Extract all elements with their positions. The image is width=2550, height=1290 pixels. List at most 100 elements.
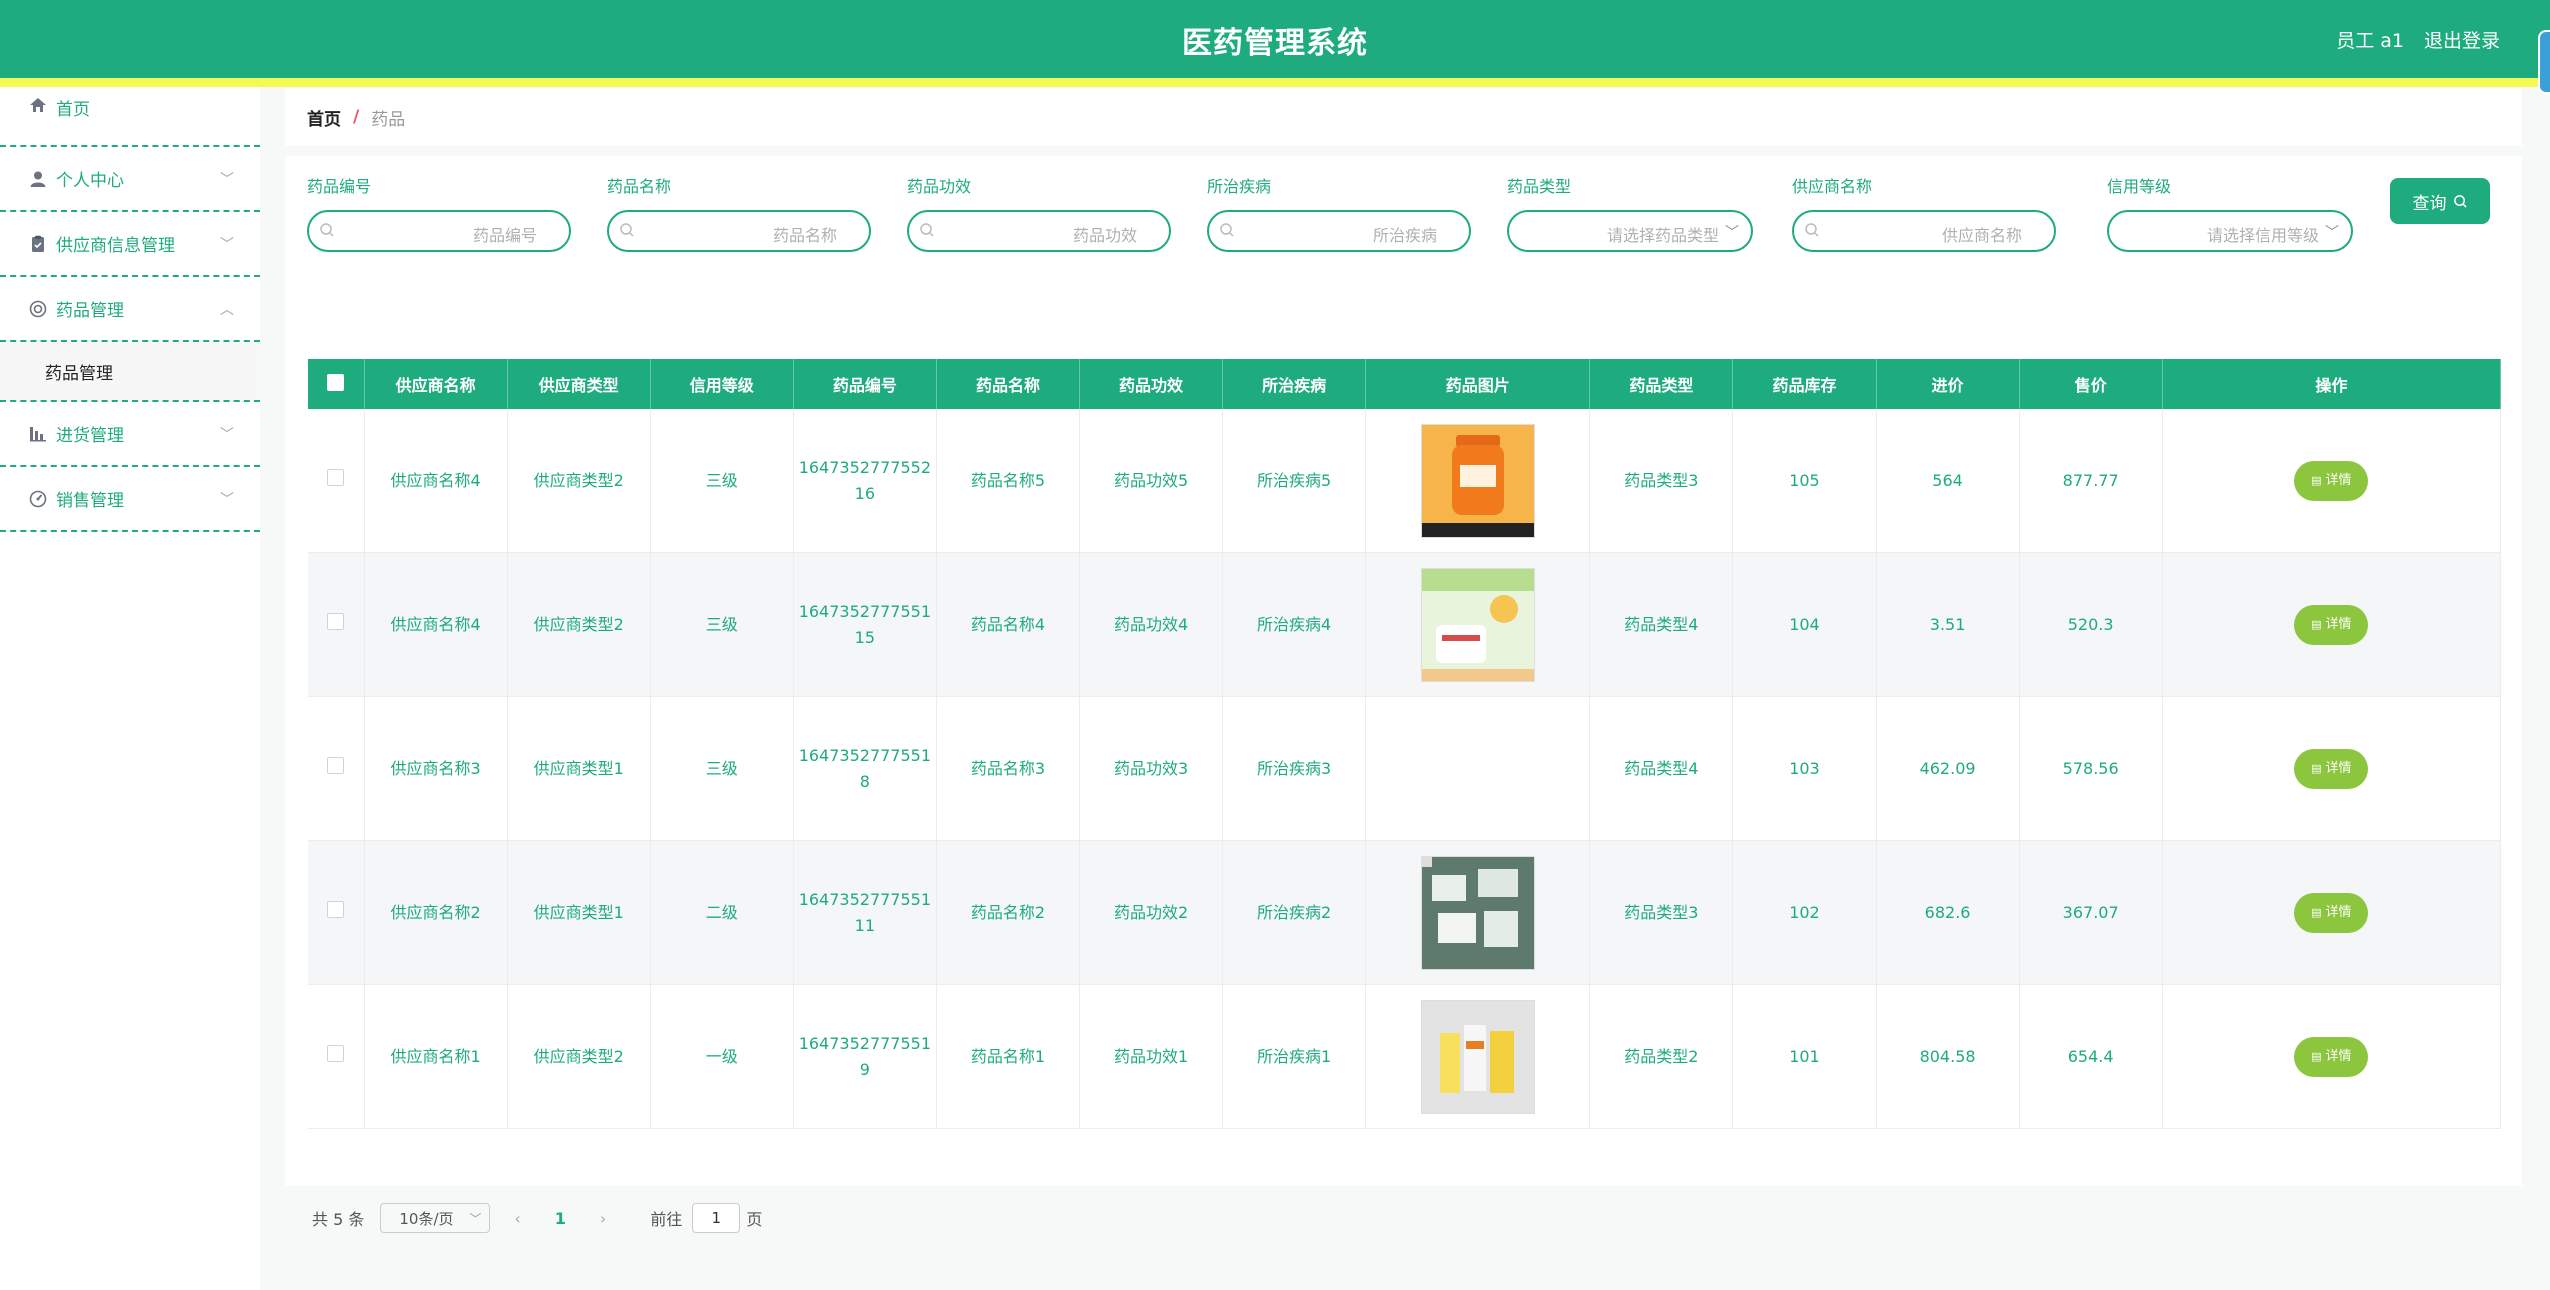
drug-image[interactable] <box>1420 423 1535 538</box>
disease-cell: 所治疾病4 <box>1222 552 1367 697</box>
filter-drug-code: 药品编号 药品编号 <box>307 176 571 252</box>
table-row: 供应商名称1 供应商类型2 一级 1647352777551 9 药品名称1 药品… <box>308 984 2502 1129</box>
credit-level-cell: 一级 <box>650 984 794 1129</box>
logout-button[interactable]: 退出登录 <box>2424 26 2500 53</box>
supplier-type-cell: 供应商类型1 <box>507 840 651 985</box>
row-checkbox[interactable] <box>327 756 345 774</box>
action-cell: ▤ 详情 <box>2162 984 2502 1129</box>
drug-code-cell: 1647352777552 16 <box>793 409 937 553</box>
drug-image[interactable] <box>1420 855 1535 970</box>
row-checkbox[interactable] <box>327 468 345 486</box>
detail-button-label: 详情 <box>2325 616 2352 632</box>
next-page-icon[interactable]: › <box>600 1209 606 1228</box>
drug-efficacy-cell: 药品功效3 <box>1079 696 1224 841</box>
row-select-cell[interactable] <box>308 409 365 553</box>
input-placeholder: 药品功效 <box>1072 226 1137 245</box>
submenu-item-drug-management[interactable]: 药品管理 <box>0 342 260 402</box>
column-header: 操作 <box>2162 359 2502 409</box>
row-checkbox[interactable] <box>327 1044 345 1062</box>
drug-code-line1: 1647352777551 <box>798 745 932 765</box>
top-header: 医药管理系统 员工 a1 退出登录 <box>0 0 2550 87</box>
sidebar-item-sales-management[interactable]: 销售管理 ﹀ <box>0 467 260 532</box>
chart-icon <box>28 424 48 444</box>
row-select-cell[interactable] <box>308 696 365 841</box>
drug-efficacy-cell: 药品功效5 <box>1079 409 1224 553</box>
disease-input[interactable]: 所治疾病 <box>1207 210 1471 252</box>
drug-efficacy-input[interactable]: 药品功效 <box>907 210 1171 252</box>
filter-label: 信用等级 <box>2107 177 2172 196</box>
drug-type-select[interactable]: 请选择药品类型 ﹀ <box>1507 210 1753 252</box>
chevron-down-icon: ﹀ <box>469 1212 482 1226</box>
row-select-cell[interactable] <box>308 552 365 697</box>
credit-level-select[interactable]: 请选择信用等级 ﹀ <box>2107 210 2353 252</box>
sale-price-cell: 877.77 <box>2019 409 2163 553</box>
purchase-price-cell: 462.09 <box>1876 696 2020 841</box>
filter-drug-efficacy: 药品功效 药品功效 <box>907 176 1171 252</box>
input-placeholder: 药品编号 <box>472 226 537 245</box>
column-header: 药品类型 <box>1589 359 1734 409</box>
prev-page-icon[interactable]: ‹ <box>514 1209 520 1228</box>
supplier-name-cell: 供应商名称3 <box>364 696 508 841</box>
supplier-name-input[interactable]: 供应商名称 <box>1792 210 2056 252</box>
sale-price-cell: 367.07 <box>2019 840 2163 985</box>
column-header: 药品图片 <box>1365 359 1591 409</box>
side-tab-handle[interactable] <box>2538 30 2550 94</box>
goto-label: 前往 <box>650 1210 683 1229</box>
breadcrumb-home[interactable]: 首页 <box>307 105 341 130</box>
goto-page-input[interactable] <box>692 1203 741 1233</box>
chevron-down-icon: ﹀ <box>220 237 234 253</box>
gauge-icon <box>28 489 48 509</box>
query-button[interactable]: 查询 <box>2390 178 2490 224</box>
filter-credit-level: 信用等级 请选择信用等级 ﹀ <box>2107 176 2353 252</box>
goto-unit: 页 <box>746 1210 763 1229</box>
sidebar-item-home[interactable]: 首页 <box>0 87 260 147</box>
drug-image-cell <box>1365 696 1591 841</box>
supplier-name-cell: 供应商名称2 <box>364 840 508 985</box>
drug-code-input[interactable]: 药品编号 <box>307 210 571 252</box>
drug-efficacy-cell: 药品功效4 <box>1079 552 1224 697</box>
disease-cell: 所治疾病1 <box>1222 984 1367 1129</box>
chevron-down-icon: ﹀ <box>220 172 234 188</box>
credit-level-cell: 三级 <box>650 552 794 697</box>
drug-image[interactable] <box>1420 999 1535 1114</box>
row-select-cell[interactable] <box>308 840 365 985</box>
sidebar-item-drug-management[interactable]: 药品管理 ︿ <box>0 277 260 342</box>
detail-button[interactable]: ▤ 详情 <box>2294 460 2369 501</box>
sidebar-item-label: 进货管理 <box>56 426 124 446</box>
detail-button-label: 详情 <box>2325 472 2352 488</box>
detail-button[interactable]: ▤ 详情 <box>2294 892 2369 933</box>
column-header: 药品编号 <box>793 359 937 409</box>
detail-button[interactable]: ▤ 详情 <box>2294 604 2369 645</box>
document-icon: ▤ <box>2311 761 2322 775</box>
page-size-select[interactable]: 10条/页 ﹀ <box>380 1203 491 1233</box>
detail-button[interactable]: ▤ 详情 <box>2294 748 2369 789</box>
column-header: 进价 <box>1876 359 2020 409</box>
drug-type-cell: 药品类型4 <box>1589 552 1734 697</box>
select-all-checkbox[interactable] <box>327 373 345 391</box>
sidebar-item-personal-center[interactable]: 个人中心 ﹀ <box>0 147 260 212</box>
detail-button[interactable]: ▤ 详情 <box>2294 1036 2369 1077</box>
stock-cell: 102 <box>1732 840 1877 985</box>
drug-image-cell <box>1365 552 1591 697</box>
row-checkbox[interactable] <box>327 900 345 918</box>
column-header: 信用等级 <box>650 359 794 409</box>
purchase-price-cell: 3.51 <box>1876 552 2020 697</box>
drug-code-cell: 1647352777551 9 <box>793 984 937 1129</box>
supplier-type-cell: 供应商类型2 <box>507 984 651 1129</box>
drug-code-cell: 1647352777551 15 <box>793 552 937 697</box>
chevron-down-icon: ﹀ <box>1725 225 1739 241</box>
sidebar-item-supplier-management[interactable]: 供应商信息管理 ﹀ <box>0 212 260 277</box>
select-all-header[interactable] <box>308 359 365 409</box>
row-checkbox[interactable] <box>327 612 345 630</box>
supplier-name-cell: 供应商名称1 <box>364 984 508 1129</box>
drug-image[interactable] <box>1420 567 1535 682</box>
page-number[interactable]: 1 <box>555 1209 566 1228</box>
sidebar-item-purchase-management[interactable]: 进货管理 ﹀ <box>0 402 260 467</box>
drug-name-input[interactable]: 药品名称 <box>607 210 871 252</box>
drug-name-cell: 药品名称2 <box>936 840 1081 985</box>
filter-label: 药品功效 <box>907 177 972 196</box>
row-select-cell[interactable] <box>308 984 365 1129</box>
filter-label: 所治疾病 <box>1207 177 1272 196</box>
stock-cell: 101 <box>1732 984 1877 1129</box>
search-icon <box>620 223 634 237</box>
